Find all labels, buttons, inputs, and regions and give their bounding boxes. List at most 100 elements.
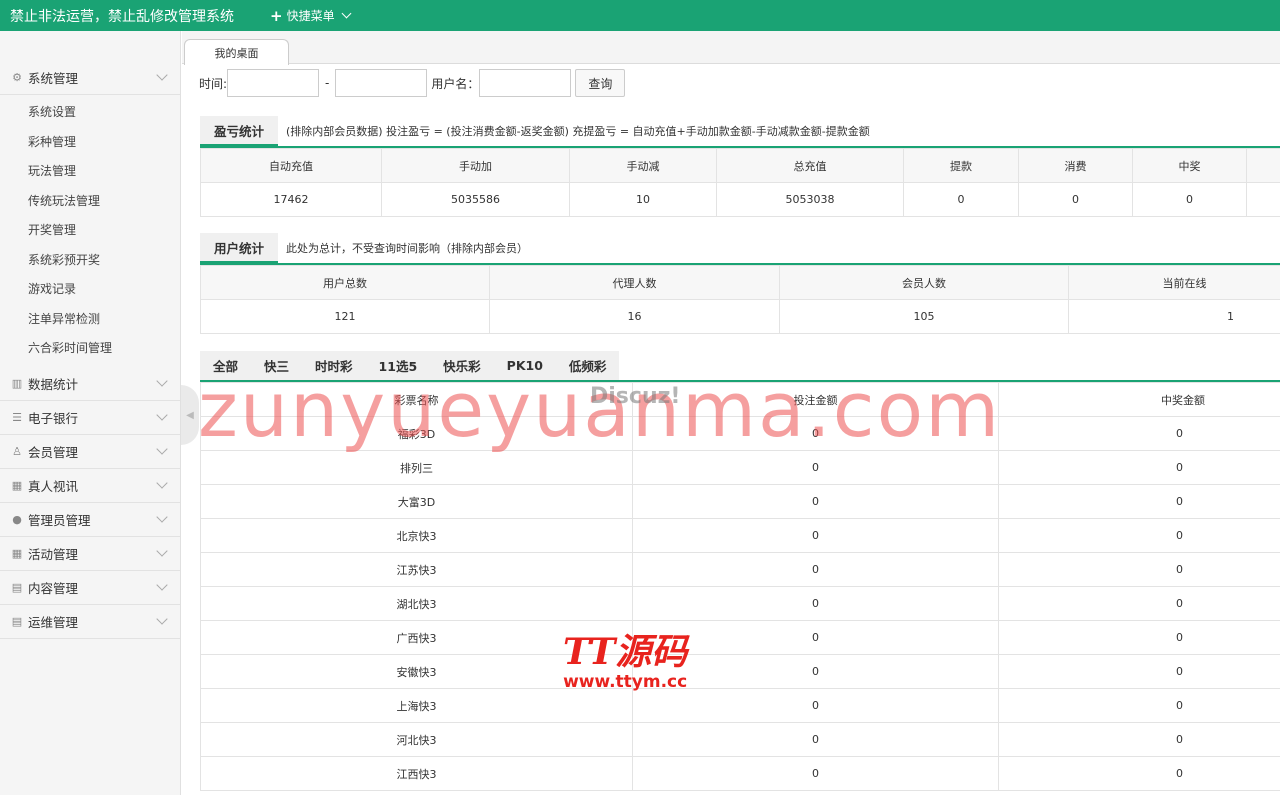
column-header: 代理人数 [489, 265, 780, 300]
table-cell: 上海快3 [200, 688, 633, 723]
sidebar-section-label: 运维管理 [28, 614, 79, 630]
time-start-input[interactable] [227, 69, 320, 97]
table-row: 121 16 105 1 [200, 299, 1280, 334]
column-header: 当前在线 [1068, 265, 1280, 300]
plus-icon: + [270, 6, 283, 25]
sidebar-section-ebank[interactable]: ☰ 电子银行 [0, 401, 180, 435]
sidebar-item-game-records[interactable]: 游戏记录 [0, 275, 180, 305]
sidebar-section-members[interactable]: ♙ 会员管理 [0, 435, 180, 469]
quick-menu-button[interactable]: + 快捷菜单 [270, 6, 352, 25]
table-cell: 0 [632, 722, 999, 757]
column-header: 总充值 [716, 148, 904, 183]
sidebar-item-lottery-types[interactable]: 彩种管理 [0, 128, 180, 158]
sidebar-item-bet-anomaly[interactable]: 注单异常检测 [0, 305, 180, 335]
table-cell: 0 [632, 450, 999, 485]
table-row: 北京快3 0 0 [200, 518, 1280, 553]
sidebar-section-label: 真人视讯 [28, 478, 79, 494]
top-bar: 禁止非法运营，禁止乱修改管理系统 + 快捷菜单 [0, 0, 1280, 31]
column-header: 提款 [903, 148, 1019, 183]
table-cell: 大富3D [200, 484, 633, 519]
chevron-down-icon [156, 408, 168, 421]
sidebar-section-admins[interactable]: ● 管理员管理 [0, 503, 180, 537]
table-row: 安徽快3 0 0 [200, 654, 1280, 689]
time-end-input[interactable] [335, 69, 428, 97]
table-cell: 0 [998, 722, 1280, 757]
tab-low-freq[interactable]: 低频彩 [556, 351, 620, 380]
list-icon: ☰ [12, 410, 22, 424]
chevron-down-icon [156, 374, 168, 387]
profit-section-note: (排除内部会员数据) 投注盈亏 = (投注消费金额-返奖金额) 充提盈亏 = 自… [286, 125, 870, 138]
table-cell: 0 [1018, 182, 1133, 217]
table-cell: 广西快3 [200, 620, 633, 655]
table-row: 大富3D 0 0 [200, 484, 1280, 519]
sidebar: ⚙ 系统管理 系统设置 彩种管理 玩法管理 传统玩法管理 开奖管理 系统彩预开奖… [0, 31, 181, 795]
table-cell: 1 [1068, 299, 1280, 334]
tab-all[interactable]: 全部 [200, 351, 252, 380]
sidebar-item-system-settings[interactable]: 系统设置 [0, 98, 180, 128]
bar-chart-icon: ▥ [11, 376, 23, 390]
document-icon: ▤ [11, 580, 23, 594]
column-header: 中奖金额 [998, 382, 1280, 417]
chevron-down-icon [156, 578, 168, 591]
tab-my-desktop[interactable]: 我的桌面 [184, 39, 289, 65]
table-cell: 0 [998, 756, 1280, 791]
user-outline-icon: ♙ [12, 444, 22, 458]
column-header: 自动充值 [200, 148, 382, 183]
sidebar-item-traditional-play[interactable]: 传统玩法管理 [0, 187, 180, 217]
sidebar-section-system[interactable]: ⚙ 系统管理 [0, 61, 180, 95]
users-section-title: 用户统计 [200, 233, 279, 263]
tab-bar: 我的桌面 [182, 31, 1280, 65]
table-cell: 0 [903, 182, 1019, 217]
table-cell: 17462 [200, 182, 382, 217]
sidebar-item-play-rules[interactable]: 玩法管理 [0, 157, 180, 187]
time-label: 时间: [199, 76, 228, 91]
table-cell: 0 [632, 620, 999, 655]
table-cell: 0 [632, 756, 999, 791]
sidebar-section-statistics[interactable]: ▥ 数据统计 [0, 367, 180, 401]
tab-k3[interactable]: 快三 [251, 351, 302, 380]
sidebar-section-ops[interactable]: ▤ 运维管理 [0, 605, 180, 639]
search-button[interactable]: 查询 [575, 69, 626, 97]
column-header: 彩票名称 [200, 382, 633, 417]
document-icon: ▤ [11, 614, 23, 628]
table-header-row: 彩票名称 投注金额 中奖金额 [200, 382, 1280, 417]
table-cell: 0 [998, 484, 1280, 519]
sidebar-section-content[interactable]: ▤ 内容管理 [0, 571, 180, 605]
table-cell: 16 [489, 299, 780, 334]
range-dash: - [325, 76, 330, 90]
table-cell: 湖北快3 [200, 586, 633, 621]
table-cell: 江西快3 [200, 756, 633, 791]
table-cell: 0 [998, 416, 1280, 451]
table-cell: 0 [998, 552, 1280, 587]
table-cell: 121 [200, 299, 490, 334]
sidebar-item-draw-management[interactable]: 开奖管理 [0, 216, 180, 246]
tab-11x5[interactable]: 11选5 [366, 351, 431, 380]
table-cell: 0 [632, 586, 999, 621]
table-cell: 0 [998, 620, 1280, 655]
table-header-row: 自动充值 手动加 手动减 总充值 提款 消费 中奖 [200, 148, 1280, 183]
tab-ssc[interactable]: 时时彩 [302, 351, 366, 380]
table-row: 江苏快3 0 0 [200, 552, 1280, 587]
table-cell: 0 [632, 484, 999, 519]
table-cell [1246, 182, 1280, 217]
gear-icon: ⚙ [12, 71, 22, 84]
table-cell: 0 [998, 654, 1280, 689]
sidebar-item-marksix-time[interactable]: 六合彩时间管理 [0, 334, 180, 364]
sidebar-collapse-handle[interactable]: ◀ [181, 385, 199, 445]
username-input[interactable] [479, 69, 572, 97]
table-cell: 排列三 [200, 450, 633, 485]
chevron-down-icon [156, 442, 168, 455]
app-title: 禁止非法运营，禁止乱修改管理系统 [10, 8, 234, 25]
table-row: 17462 5035586 10 5053038 0 0 0 [200, 182, 1280, 217]
users-section-note: 此处为总计，不受查询时间影响（排除内部会员） [286, 242, 529, 255]
profit-table: 自动充值 手动加 手动减 总充值 提款 消费 中奖 17462 5035586 … [200, 148, 1280, 217]
tab-pk10[interactable]: PK10 [494, 351, 556, 380]
tab-klc[interactable]: 快乐彩 [430, 351, 494, 380]
chevron-down-icon [156, 612, 168, 625]
sidebar-item-pre-draw[interactable]: 系统彩预开奖 [0, 246, 180, 276]
table-cell: 0 [998, 586, 1280, 621]
sidebar-section-label: 电子银行 [28, 410, 79, 426]
sidebar-section-live-video[interactable]: ▦ 真人视讯 [0, 469, 180, 503]
sidebar-section-activities[interactable]: ▦ 活动管理 [0, 537, 180, 571]
table-cell: 江苏快3 [200, 552, 633, 587]
